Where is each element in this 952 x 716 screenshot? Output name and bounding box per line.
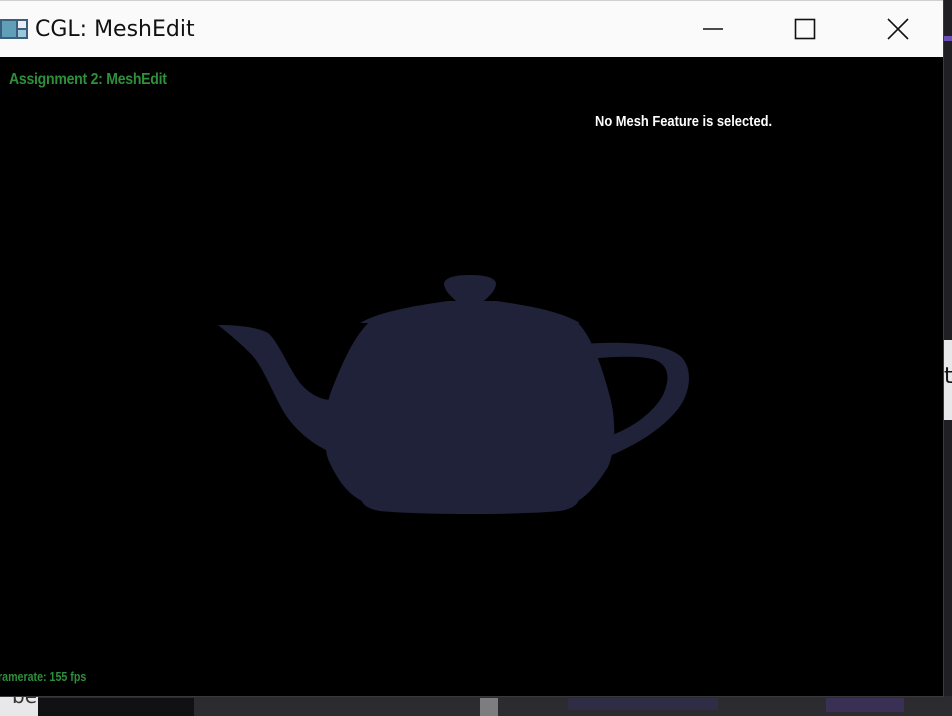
background-bottom-widget <box>568 698 718 710</box>
background-bottom-panel <box>38 698 194 716</box>
maximize-button[interactable] <box>760 1 850 57</box>
title-bar[interactable]: CGL: MeshEdit <box>0 0 943 57</box>
assignment-title: Assignment 2: MeshEdit <box>9 71 167 88</box>
teapot-mesh[interactable] <box>0 57 943 696</box>
minimize-button[interactable] <box>668 1 758 57</box>
background-accent <box>944 36 952 41</box>
framerate-label: ramerate: 155 fps <box>0 669 87 684</box>
render-viewport[interactable]: Assignment 2: MeshEdit No Mesh Feature i… <box>0 57 943 696</box>
background-panel-text: t <box>944 364 952 389</box>
background-bottom-widget-2 <box>826 698 904 712</box>
minimize-icon <box>703 28 723 30</box>
background-scrollbar <box>480 698 498 716</box>
maximize-icon <box>794 18 816 40</box>
mesh-status-label: No Mesh Feature is selected. <box>595 113 773 130</box>
window-title: CGL: MeshEdit <box>35 17 195 42</box>
app-icon <box>0 18 28 40</box>
close-button[interactable] <box>853 1 943 57</box>
meshedit-window: CGL: MeshEdit Assignment 2: MeshEdit No … <box>0 0 944 697</box>
close-icon <box>887 18 909 40</box>
